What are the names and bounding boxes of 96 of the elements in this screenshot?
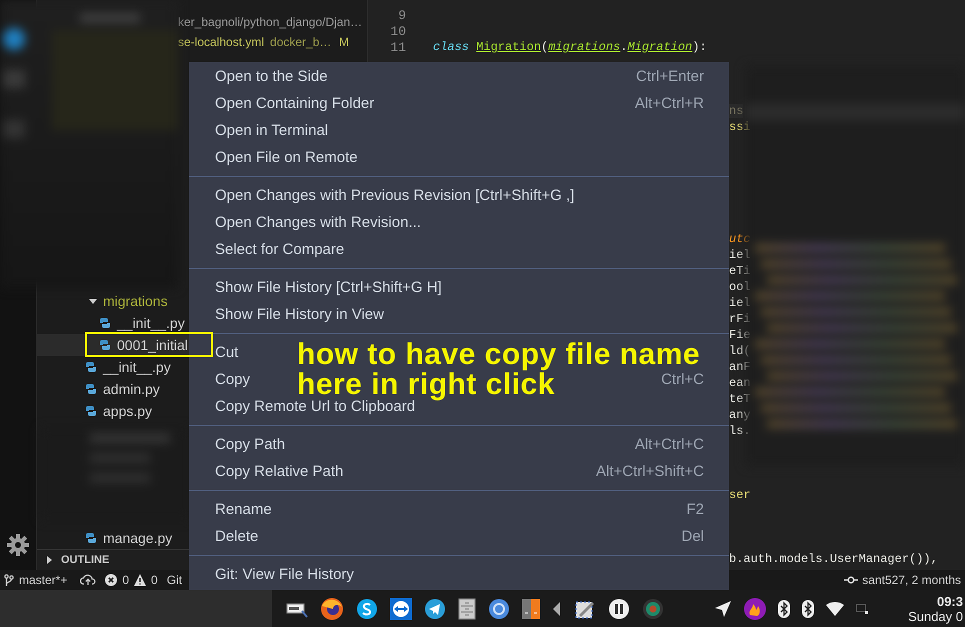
git-status: M: [339, 35, 349, 49]
menu-item[interactable]: Copy Path: [215, 436, 286, 453]
file-path: ker_bagnoli/python_django/Djan…: [178, 15, 362, 29]
cloud-upload-icon[interactable]: [80, 574, 96, 586]
line-number: 11: [389, 40, 406, 54]
shortcut-text: Ctrl+Enter: [636, 68, 704, 85]
menu-item[interactable]: Select for Compare: [215, 241, 344, 258]
paper-plane-icon[interactable]: [424, 598, 446, 620]
annotation-text: how to have copy file name: [297, 340, 700, 370]
code-fragment: ls.: [729, 424, 751, 438]
code-fragment: teT: [729, 392, 751, 406]
file-name[interactable]: se-localhost.yml: [178, 35, 264, 49]
warning-icon[interactable]: [134, 574, 146, 586]
git-label[interactable]: Git: [166, 573, 182, 587]
file-type-icon: [99, 339, 111, 351]
line-number: 9: [397, 8, 406, 22]
code-fragment: iel: [729, 248, 751, 262]
chat-icon[interactable]: [356, 598, 378, 620]
code-fragment: anF: [729, 360, 751, 374]
section-title: OUTLINE: [61, 554, 110, 566]
code-fragment: utc: [729, 232, 751, 246]
flame-icon[interactable]: [744, 598, 766, 620]
branch-icon: [4, 574, 14, 586]
code-fragment: ool: [729, 280, 751, 294]
menu-item[interactable]: Open Changes with Revision...: [215, 214, 421, 231]
menu-item[interactable]: Git: View File History: [215, 566, 354, 583]
tree-file[interactable]: admin.py: [37, 378, 189, 400]
menu-item[interactable]: Copy Remote Url to Clipboard: [215, 398, 416, 415]
clock-time[interactable]: 09:3: [936, 594, 963, 608]
file-type-icon: [85, 361, 97, 373]
shortcut-text: F2: [686, 501, 704, 518]
shortcut-text: Ctrl+C: [661, 371, 704, 388]
camera-lens-icon[interactable]: [642, 598, 664, 620]
menu-item[interactable]: Delete: [215, 528, 258, 545]
calculator-icon[interactable]: [522, 598, 540, 620]
settings-icon[interactable]: [7, 534, 29, 556]
left-arrow-icon[interactable]: [552, 602, 562, 616]
menu-item[interactable]: Open to the Side: [215, 68, 328, 85]
blame-info[interactable]: sant527, 2 months: [862, 573, 961, 587]
code-fragment: eTi: [729, 264, 751, 278]
file-type-icon: [85, 383, 97, 395]
menu-item[interactable]: Cut: [215, 344, 238, 361]
file-cabinet-icon[interactable]: [458, 598, 476, 620]
shortcut-text: Alt+Ctrl+R: [634, 95, 704, 112]
code-fragment: ld(: [729, 344, 751, 358]
caret-icon: [89, 297, 97, 305]
shortcut-text: Del: [681, 528, 704, 545]
error-icon[interactable]: [105, 574, 118, 586]
menu-item[interactable]: Copy: [215, 371, 250, 388]
code-fragment: ns: [729, 104, 744, 118]
code-fragment: any: [729, 408, 751, 422]
tree-file[interactable]: __init__.py: [37, 312, 189, 334]
tree-file[interactable]: __init__.py: [37, 356, 189, 378]
error-count: 0: [122, 573, 130, 587]
tree-file[interactable]: manage.py: [37, 527, 189, 549]
code-fragment: rFi: [729, 312, 751, 326]
menu-item[interactable]: Open File on Remote: [215, 149, 358, 166]
line-number: 10: [389, 24, 406, 38]
caret-icon: [45, 556, 53, 564]
code-fragment: ser: [729, 488, 751, 502]
bluetooth-icon[interactable]: [802, 600, 814, 618]
code-fragment: Fie: [729, 328, 751, 342]
browser-icon[interactable]: [320, 596, 344, 620]
location-arrow-icon[interactable]: [714, 600, 732, 618]
menu-item[interactable]: Copy Relative Path: [215, 463, 344, 480]
code-fragment: iel: [729, 296, 751, 310]
file-type-icon: [85, 405, 97, 417]
menu-item[interactable]: Open Containing Folder: [215, 95, 374, 112]
menu-item[interactable]: Open in Terminal: [215, 122, 328, 139]
wifi-icon[interactable]: [826, 602, 844, 616]
menu-item[interactable]: Show File History in View: [215, 306, 384, 323]
file-path: docker_b…: [270, 35, 332, 49]
menu-item[interactable]: Rename: [215, 501, 272, 518]
pause-icon[interactable]: [608, 598, 630, 620]
code-fragment: ean: [729, 376, 751, 390]
file-type-icon: [85, 532, 97, 544]
menu-item[interactable]: Open Changes with Previous Revision [Ctrl+Shift+G ,]: [215, 187, 574, 204]
file-type-icon: [99, 317, 111, 329]
bluetooth-icon[interactable]: [778, 600, 790, 618]
code-fragment: b.auth.models.UserManager()),: [729, 552, 938, 566]
code-line: class Migration(migrations.Migration):: [433, 40, 708, 54]
shortcut-text: Alt+Ctrl+C: [634, 436, 704, 453]
branch-name[interactable]: master*+: [19, 573, 68, 587]
menu-item[interactable]: Show File History [Ctrl+Shift+G H]: [215, 279, 442, 296]
display-icon[interactable]: [856, 604, 868, 614]
globe-browser-icon[interactable]: [488, 598, 510, 620]
warning-count: 0: [151, 573, 158, 587]
clock-date[interactable]: Sunday 0: [908, 608, 963, 624]
tree-file[interactable]: 0001_initial: [37, 334, 189, 356]
commit-icon: [844, 576, 858, 584]
annotation-text: here in right click: [297, 370, 555, 400]
tree-file[interactable]: apps.py: [37, 400, 189, 422]
remote-control-icon[interactable]: [390, 598, 412, 620]
tree-folder[interactable]: migrations: [37, 290, 189, 312]
shortcut-text: Alt+Ctrl+Shift+C: [596, 463, 704, 480]
code-fragment: ssi: [729, 120, 751, 134]
